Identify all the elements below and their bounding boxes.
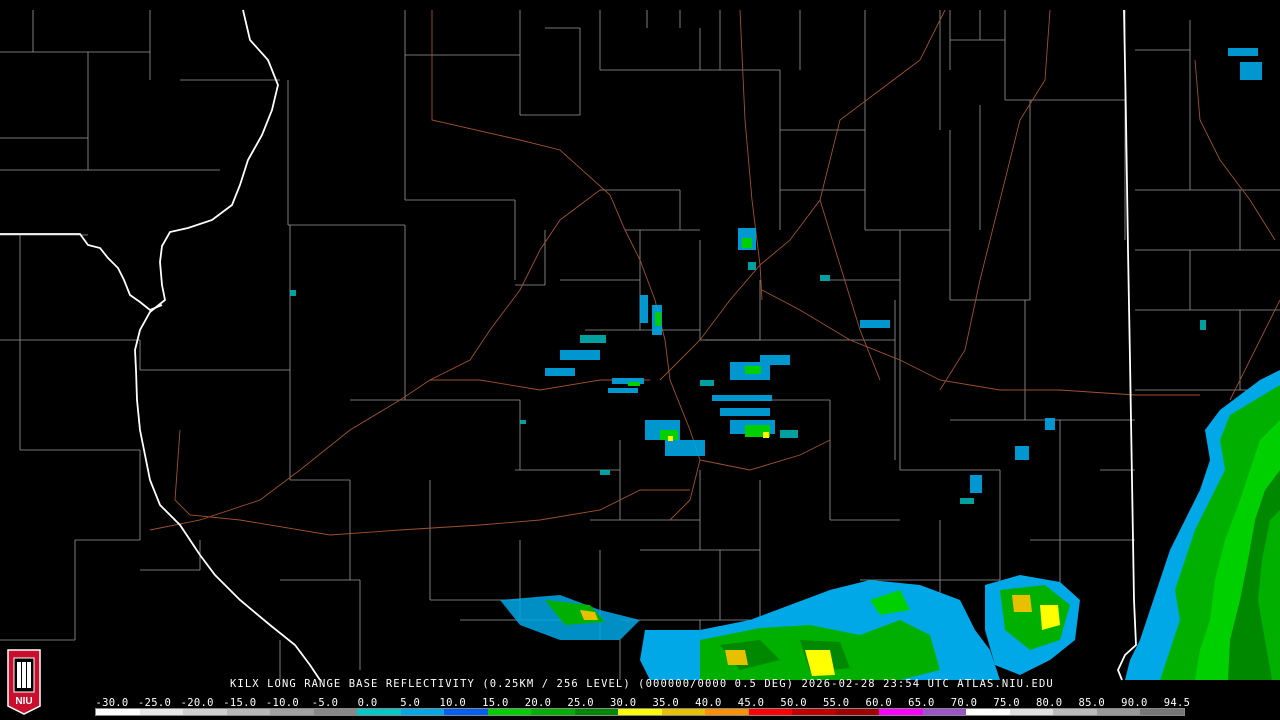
- scale-swatch: [139, 709, 184, 715]
- reflectivity-color-scale: [95, 708, 1185, 716]
- scale-swatch: [661, 709, 706, 715]
- scale-swatch: [183, 709, 227, 715]
- scale-swatch: [705, 709, 749, 715]
- scale-swatch: [574, 709, 619, 715]
- scale-swatch: [835, 709, 880, 715]
- scale-swatch: [487, 709, 532, 715]
- scale-swatch: [792, 709, 836, 715]
- scale-swatch: [270, 709, 314, 715]
- scale-swatch: [313, 709, 358, 715]
- scale-swatch: [96, 709, 140, 715]
- scale-swatch: [1096, 709, 1141, 715]
- radar-map: [0, 0, 1280, 720]
- scale-swatch: [748, 709, 793, 715]
- scale-swatch: [444, 709, 488, 715]
- scale-swatch: [879, 709, 923, 715]
- scale-swatch: [966, 709, 1010, 715]
- scale-swatch: [357, 709, 401, 715]
- scale-swatch: [618, 709, 662, 715]
- scale-swatch: [1140, 709, 1184, 715]
- scale-swatch: [1009, 709, 1054, 715]
- product-caption: KILX LONG RANGE BASE REFLECTIVITY (0.25K…: [230, 678, 1054, 690]
- scale-swatch: [400, 709, 445, 715]
- scale-swatch: [1053, 709, 1097, 715]
- scale-swatch: [226, 709, 271, 715]
- scale-swatch: [922, 709, 967, 715]
- scale-swatch: [531, 709, 575, 715]
